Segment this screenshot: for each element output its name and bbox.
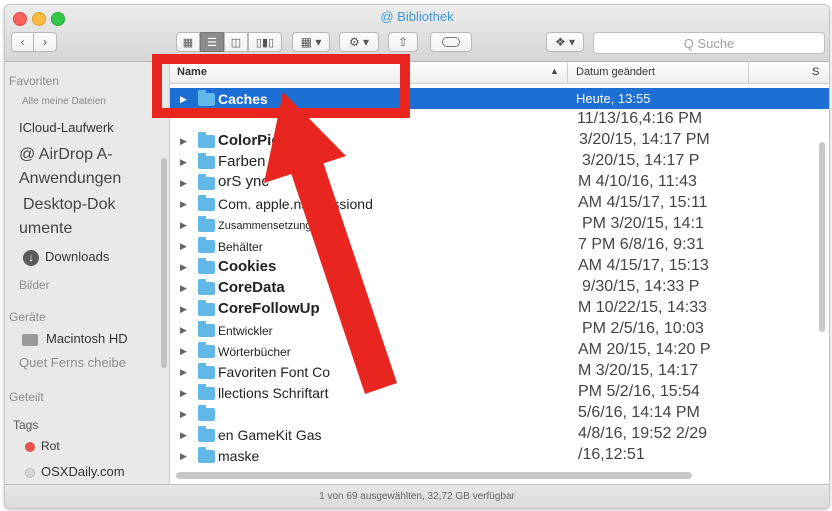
annotation-arrow-head [264, 92, 346, 183]
annotation-arrow-shaft [289, 156, 397, 394]
annotation-arrow [264, 92, 397, 394]
